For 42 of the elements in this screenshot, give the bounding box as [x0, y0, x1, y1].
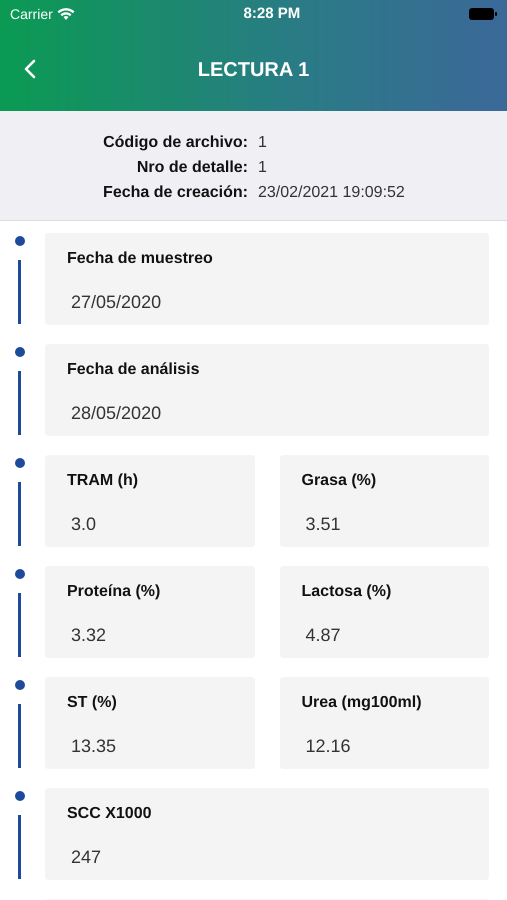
- info-label: Nro de detalle:: [136, 158, 248, 178]
- field-value: 12.16: [306, 735, 351, 758]
- info-value: 23/02/2021 19:09:52: [258, 182, 405, 202]
- field-label: Urea (mg100ml): [302, 693, 422, 713]
- field-label: Grasa (%): [302, 471, 376, 491]
- timeline-dot: [14, 569, 24, 579]
- info-value: 1: [258, 132, 267, 152]
- field-label: SCC X1000: [67, 804, 152, 824]
- timeline-dot: [14, 347, 24, 357]
- field-value: 13.35: [71, 735, 116, 758]
- field-value: 28/05/2020: [71, 402, 162, 425]
- timeline-line: [18, 371, 21, 435]
- timeline-line: [18, 815, 21, 879]
- field-label: Proteína (%): [67, 582, 160, 602]
- field-value: 27/05/2020: [71, 291, 162, 314]
- info-value: 1: [258, 158, 267, 178]
- timeline-dot: [14, 680, 24, 690]
- timeline-line: [18, 260, 21, 324]
- timeline-line: [18, 482, 21, 546]
- timeline-dot: [14, 236, 24, 246]
- field-value: 4.87: [306, 624, 341, 647]
- timeline-line: [18, 593, 21, 657]
- carrier-name: Carrier: [10, 4, 53, 24]
- timeline-dot: [14, 791, 24, 801]
- field-value: 3.32: [71, 624, 106, 647]
- field-label: ST (%): [67, 693, 117, 713]
- back-icon: [24, 59, 36, 79]
- wifi-icon: [56, 8, 75, 20]
- battery-icon: [468, 8, 497, 20]
- info-label: Código de archivo:: [102, 132, 248, 152]
- timeline-line: [18, 704, 21, 768]
- field-label: Fecha de análisis: [67, 360, 200, 380]
- info-label: Fecha de creación:: [102, 182, 248, 202]
- field-value: 247: [71, 846, 102, 869]
- field-value: 3.0: [71, 513, 96, 536]
- field-label: Lactosa (%): [302, 582, 392, 602]
- timeline-dot: [14, 458, 24, 468]
- page-title: LECTURA 1: [198, 58, 310, 80]
- field-value: 3.51: [306, 513, 341, 536]
- field-label: TRAM (h): [67, 471, 138, 491]
- status-time: 8:28 PM: [244, 4, 300, 24]
- field-label: Fecha de muestreo: [67, 249, 213, 269]
